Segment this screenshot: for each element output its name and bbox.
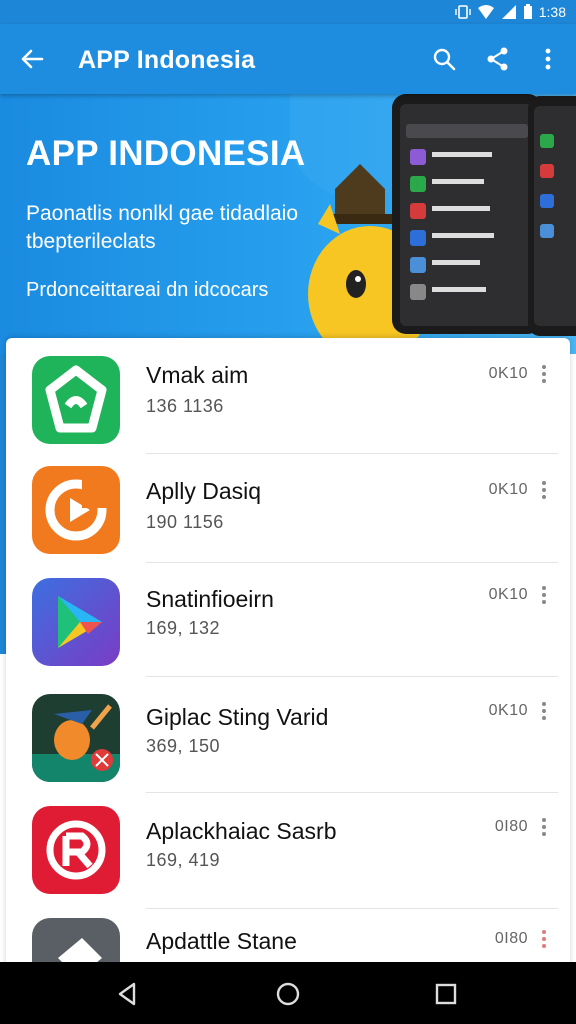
app-name: Aplly Dasiq: [146, 478, 262, 504]
app-name: Apdattle Stane: [146, 928, 297, 954]
hero-subtitle-line3: Prdonceittareai dn idcocars: [26, 279, 269, 301]
more-vert-icon[interactable]: [540, 585, 548, 605]
list-item[interactable]: Vmak aim 136 1136 0K10: [6, 338, 570, 454]
app-meta: 190 1156: [146, 512, 224, 532]
status-bar: 1:38: [0, 0, 576, 24]
more-vert-icon[interactable]: [540, 480, 548, 500]
divider: [146, 562, 558, 563]
app-size: 0K10: [488, 481, 528, 498]
list-item[interactable]: Aplackhaiac Sasrb 169, 419 0I80: [6, 794, 570, 910]
hero-subtitle-line1: Paonatlis nonlkl gae tidadlaio: [26, 202, 299, 225]
app-list: Vmak aim 136 1136 0K10 Aplly Dasiq 190 1…: [6, 338, 570, 968]
app-meta: 169, 419: [146, 850, 221, 870]
status-time: 1:38: [538, 4, 566, 20]
battery-icon: [523, 4, 532, 19]
wifi-icon: [477, 5, 494, 19]
green-app-icon: [32, 356, 120, 444]
more-vert-icon[interactable]: [540, 929, 548, 949]
divider: [146, 908, 558, 909]
app-size: 0I80: [494, 930, 528, 947]
app-name: Vmak aim: [146, 362, 249, 388]
grey-app-icon: [32, 918, 120, 968]
hero-banner: APP INDONESIA Paonatlis nonlkl gae tidad…: [0, 94, 576, 354]
vibrate-icon: [455, 5, 471, 19]
more-vert-icon[interactable]: [540, 364, 548, 384]
overflow-menu-icon[interactable]: [534, 45, 562, 73]
toolbar-title: APP Indonesia: [78, 46, 256, 74]
app-meta: 169, 132: [146, 618, 221, 638]
status-icons: 1:38: [455, 2, 566, 22]
app-name: Aplackhaiac Sasrb: [146, 818, 337, 844]
more-vert-icon[interactable]: [540, 701, 548, 721]
app-size: 0I80: [494, 818, 528, 835]
app-meta: 136 1136: [146, 396, 224, 416]
divider: [146, 792, 558, 793]
play-store-icon: [32, 578, 120, 666]
orange-play-icon: [32, 466, 120, 554]
app-size: 0K10: [488, 365, 528, 382]
hero-title: APP INDONESIA: [26, 134, 306, 173]
list-item[interactable]: Snatinfioeirn 169, 132 0K10: [6, 564, 570, 680]
list-item[interactable]: Giplac Sting Varid 369, 150 0K10: [6, 678, 570, 794]
nav-home-icon[interactable]: [274, 980, 302, 1008]
hero-illustration: [290, 94, 576, 354]
list-item[interactable]: Aplly Dasiq 190 1156 0K10: [6, 454, 570, 570]
hero-subtitle-line2: tbepterileclats: [26, 230, 156, 253]
app-size: 0K10: [488, 586, 528, 603]
search-icon[interactable]: [430, 45, 458, 73]
nav-recents-icon[interactable]: [432, 980, 460, 1008]
system-nav-bar: [0, 962, 576, 1024]
app-toolbar: APP Indonesia: [0, 24, 576, 94]
game-character-icon: [32, 694, 120, 782]
red-r-icon: [32, 806, 120, 894]
back-arrow-icon[interactable]: [14, 45, 50, 73]
app-name: Snatinfioeirn: [146, 586, 274, 612]
list-item[interactable]: Apdattle Stane 0I80: [6, 910, 570, 968]
nav-back-icon[interactable]: [114, 980, 142, 1008]
app-size: 0K10: [488, 702, 528, 719]
share-icon[interactable]: [484, 45, 512, 73]
app-meta: 369, 150: [146, 736, 221, 756]
app-name: Giplac Sting Varid: [146, 704, 329, 730]
more-vert-icon[interactable]: [540, 817, 548, 837]
cell-signal-icon: [501, 5, 516, 19]
divider: [146, 676, 558, 677]
